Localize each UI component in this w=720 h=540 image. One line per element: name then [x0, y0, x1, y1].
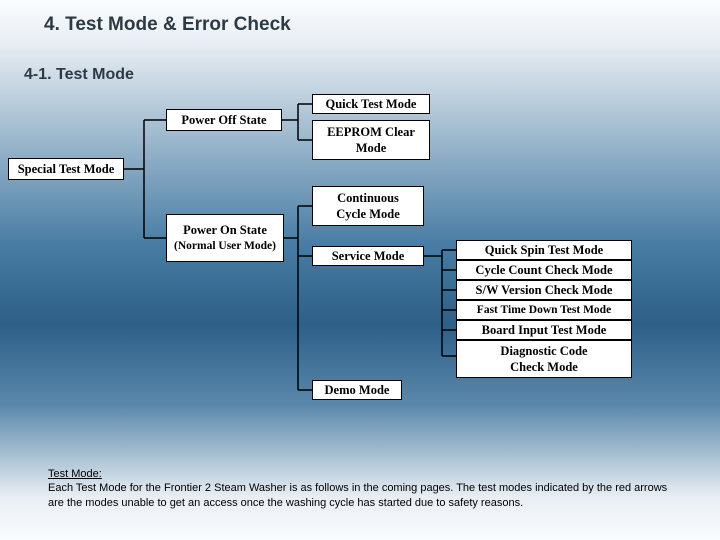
page-title: 4. Test Mode & Error Check — [44, 14, 291, 36]
node-diagnostic-line1: Diagnostic Code — [500, 343, 587, 359]
node-power-on-state-line2: (Normal User Mode) — [174, 239, 276, 254]
node-diagnostic-code-check-mode: Diagnostic Code Check Mode — [456, 340, 632, 378]
node-eeprom-line1: EEPROM Clear — [327, 124, 415, 140]
node-power-on-state: Power On State (Normal User Mode) — [166, 214, 284, 262]
node-cycle-count-check-mode: Cycle Count Check Mode — [456, 260, 632, 280]
node-sw-version-check-mode: S/W Version Check Mode — [456, 280, 632, 300]
node-special-test-mode: Special Test Mode — [8, 158, 124, 180]
node-demo-mode: Demo Mode — [312, 380, 402, 400]
node-continuous-line1: Continuous — [337, 190, 399, 206]
node-continuous-cycle-mode: Continuous Cycle Mode — [312, 186, 424, 226]
footer-body: Each Test Mode for the Frontier 2 Steam … — [48, 482, 667, 508]
section-subtitle: 4-1. Test Mode — [24, 66, 134, 84]
footer-note: Test Mode: Each Test Mode for the Fronti… — [48, 467, 672, 510]
node-diagnostic-line2: Check Mode — [510, 359, 578, 375]
node-quick-spin-test-mode: Quick Spin Test Mode — [456, 240, 632, 260]
node-eeprom-line2: Mode — [356, 140, 387, 156]
node-power-on-state-line1: Power On State — [183, 222, 267, 238]
node-quick-test-mode: Quick Test Mode — [312, 94, 430, 114]
page: 4. Test Mode & Error Check 4-1. Test Mod… — [0, 0, 720, 540]
node-eeprom-clear-mode: EEPROM Clear Mode — [312, 120, 430, 160]
node-service-mode: Service Mode — [312, 246, 424, 266]
node-board-input-test-mode: Board Input Test Mode — [456, 320, 632, 340]
node-continuous-line2: Cycle Mode — [336, 206, 400, 222]
node-fast-time-down-test-mode: Fast Time Down Test Mode — [456, 300, 632, 320]
footer-heading: Test Mode: — [48, 468, 102, 480]
node-power-off-state: Power Off State — [166, 109, 282, 131]
